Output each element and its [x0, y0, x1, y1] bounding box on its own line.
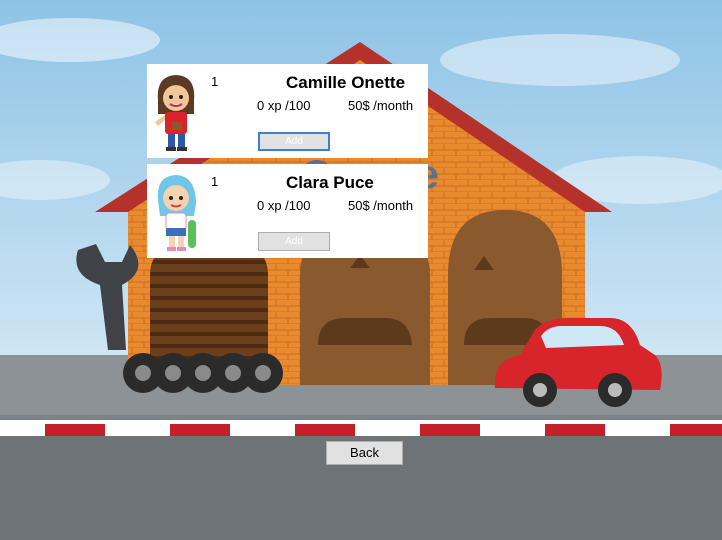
candidate-xp: 0 xp /100 [257, 98, 311, 113]
girl-blue-hair-avatar-icon [157, 175, 196, 251]
candidate-name: Camille Onette [286, 73, 406, 92]
candidate-xp: 0 xp /100 [257, 198, 311, 213]
girl-brown-hair-avatar-icon [155, 75, 195, 151]
candidate-name: Clara Puce [286, 173, 374, 192]
add-candidate-button[interactable]: Add [258, 232, 330, 251]
candidate-card: 1 Clara Puce 0 xp /100 50$ /month Add [147, 164, 428, 258]
candidate-card: 1 Camille Onette 0 xp /100 50$ /month Ad… [147, 64, 428, 158]
candidate-salary: 50$ /month [348, 198, 414, 213]
candidate-level: 1 [211, 74, 219, 89]
back-button[interactable]: Back [326, 441, 403, 465]
candidate-level: 1 [211, 174, 219, 189]
add-candidate-button[interactable]: Add [258, 132, 330, 151]
candidate-salary: 50$ /month [348, 98, 414, 113]
